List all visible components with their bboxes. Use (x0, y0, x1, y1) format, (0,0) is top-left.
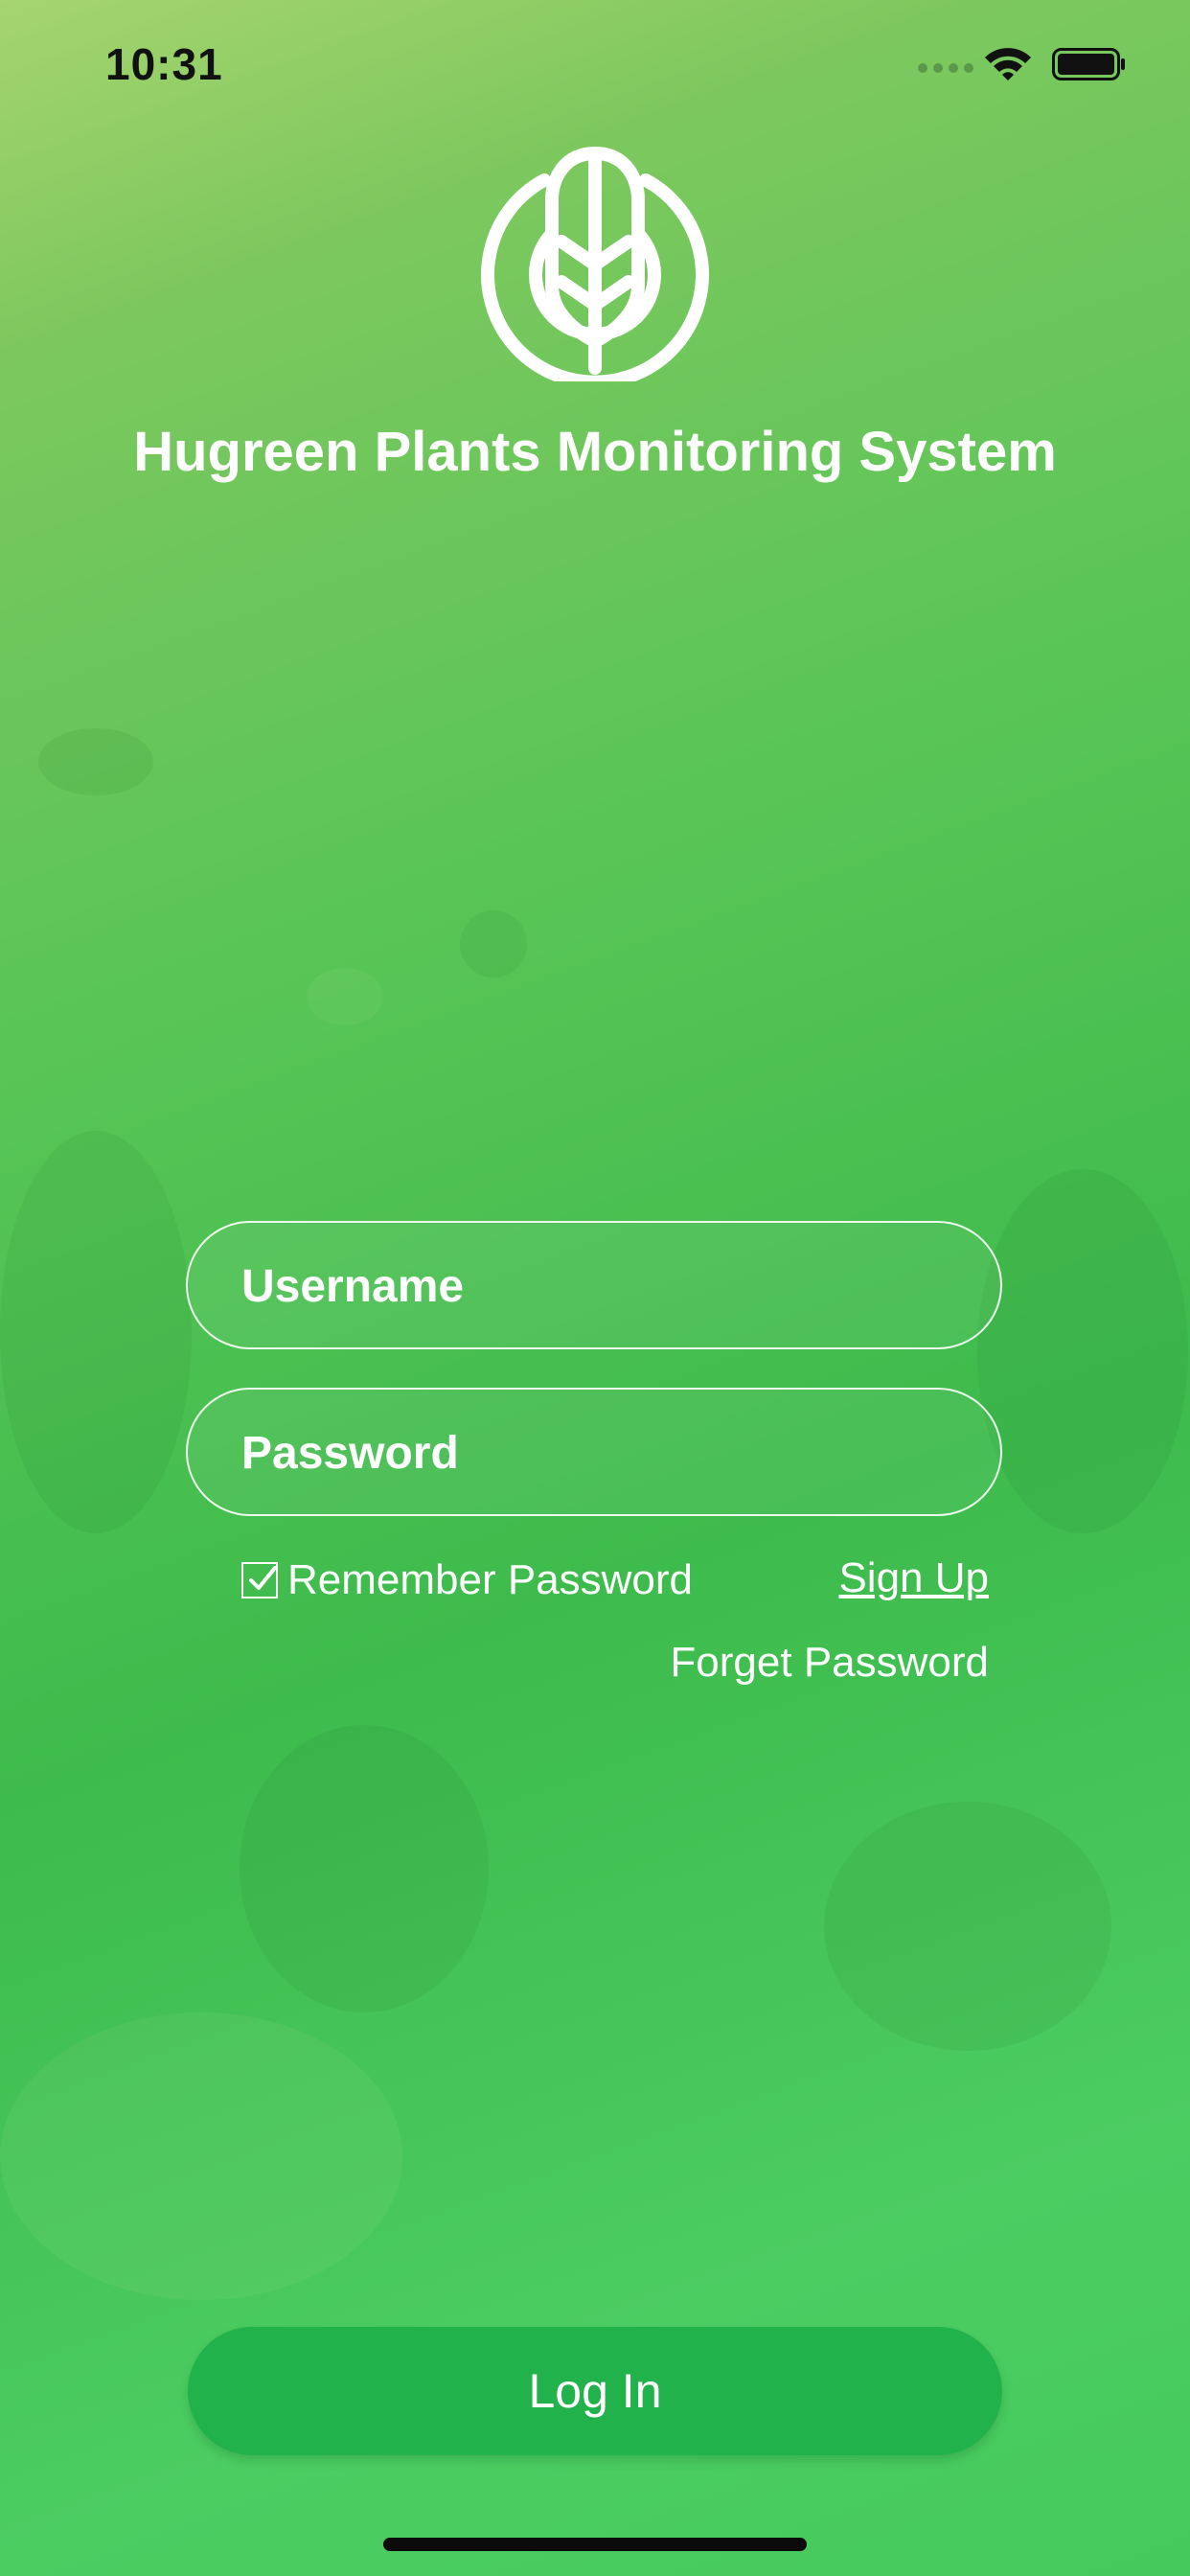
password-field[interactable] (186, 1388, 1002, 1516)
sign-up-link[interactable]: Sign Up (838, 1554, 989, 1602)
username-input[interactable] (240, 1223, 972, 1349)
remember-password-label: Remember Password (287, 1556, 694, 1603)
status-time: 10:31 (105, 39, 223, 89)
background-blur (307, 968, 383, 1025)
checkmark-icon (249, 1566, 277, 1590)
battery-icon (1052, 48, 1125, 80)
background-blur (0, 1131, 192, 1533)
background-blur (0, 2012, 402, 2300)
username-field[interactable] (186, 1221, 1002, 1349)
background-blur (240, 1725, 489, 2012)
wheat-leaf-logo-icon (481, 146, 709, 381)
app-title: Hugreen Plants Monitoring System (133, 421, 1057, 483)
status-bar: 10:31 (0, 0, 1190, 134)
cellular-signal-icon (918, 63, 973, 73)
background-blur (824, 1802, 1111, 2051)
wifi-icon (985, 48, 1031, 80)
forget-password-link[interactable]: Forget Password (670, 1639, 989, 1687)
background-blur (977, 1169, 1188, 1533)
remember-password-checkbox[interactable] (241, 1562, 278, 1598)
background-blur (38, 728, 153, 795)
home-indicator[interactable] (383, 2538, 807, 2551)
background-blur (460, 910, 527, 978)
remember-password-toggle[interactable]: Remember Password (241, 1556, 693, 1604)
log-in-button[interactable]: Log In (188, 2327, 1002, 2455)
password-input[interactable] (240, 1390, 972, 1516)
